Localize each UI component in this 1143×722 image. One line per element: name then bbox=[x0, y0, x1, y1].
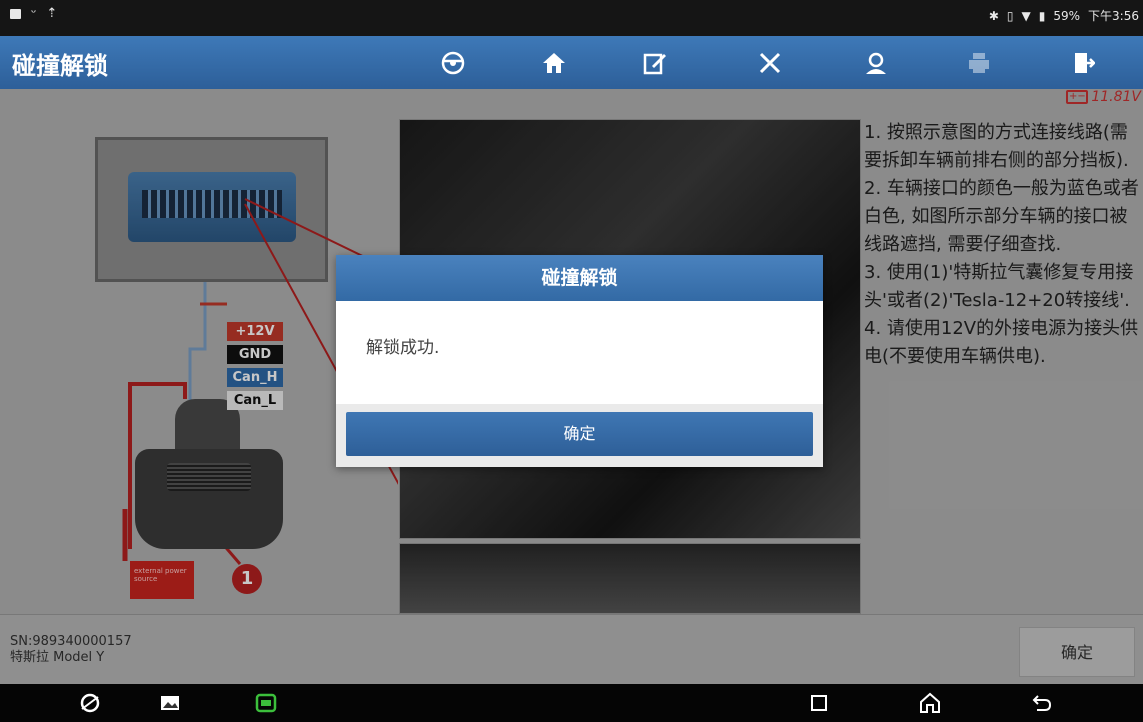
tools-button[interactable] bbox=[714, 40, 826, 85]
user-icon bbox=[866, 52, 886, 74]
exit-button[interactable] bbox=[1026, 40, 1138, 85]
bluetooth-icon: ✱ bbox=[988, 8, 999, 23]
recents-button[interactable] bbox=[807, 691, 831, 715]
home-button[interactable] bbox=[498, 40, 610, 85]
user-button[interactable] bbox=[820, 40, 932, 85]
recents-icon bbox=[811, 695, 827, 711]
status-bar: ᵕ ⇡ ✱ ▯ ▼ ▮ 59% 下午3:56 bbox=[0, 0, 1143, 36]
clock: 下午3:56 bbox=[1088, 9, 1139, 23]
back-button[interactable] bbox=[1030, 691, 1054, 715]
navigation-bar bbox=[0, 684, 1143, 722]
print-button[interactable] bbox=[923, 40, 1035, 85]
print-icon bbox=[969, 52, 989, 73]
dialog-title: 碰撞解锁 bbox=[336, 255, 823, 301]
app-header: 碰撞解锁 bbox=[0, 36, 1143, 89]
battery-percent: 59% bbox=[1053, 8, 1081, 23]
dialog-confirm-button[interactable]: 确定 bbox=[346, 412, 813, 456]
exit-icon bbox=[1075, 52, 1095, 73]
back-icon bbox=[1032, 695, 1052, 711]
vci-button[interactable] bbox=[254, 691, 278, 715]
wifi-icon: ▼ bbox=[1021, 8, 1031, 23]
home-icon bbox=[543, 52, 565, 73]
edit-button[interactable] bbox=[599, 40, 711, 85]
home-nav-button[interactable] bbox=[918, 691, 942, 715]
steering-wheel-button[interactable] bbox=[397, 40, 509, 85]
gallery-button[interactable] bbox=[158, 691, 182, 715]
dialog-footer: 确定 bbox=[336, 404, 823, 467]
image-icon bbox=[10, 8, 21, 19]
upload-icon: ⇡ bbox=[46, 6, 58, 21]
vibrate-icon: ▯ bbox=[1006, 8, 1014, 23]
tools-icon bbox=[759, 52, 781, 73]
vci-icon bbox=[255, 693, 277, 713]
usb-icon: ᵕ bbox=[31, 6, 37, 21]
home-nav-icon bbox=[920, 692, 940, 713]
browser-button[interactable] bbox=[78, 691, 102, 715]
page-title: 碰撞解锁 bbox=[12, 52, 108, 80]
edit-icon bbox=[643, 53, 666, 74]
battery-icon: ▮ bbox=[1038, 8, 1046, 23]
dialog-message: 解锁成功. bbox=[366, 338, 440, 358]
browser-icon bbox=[80, 693, 100, 713]
steering-wheel-icon bbox=[441, 51, 465, 74]
result-dialog: 碰撞解锁 解锁成功. 确定 bbox=[336, 255, 823, 467]
gallery-icon bbox=[161, 696, 179, 710]
